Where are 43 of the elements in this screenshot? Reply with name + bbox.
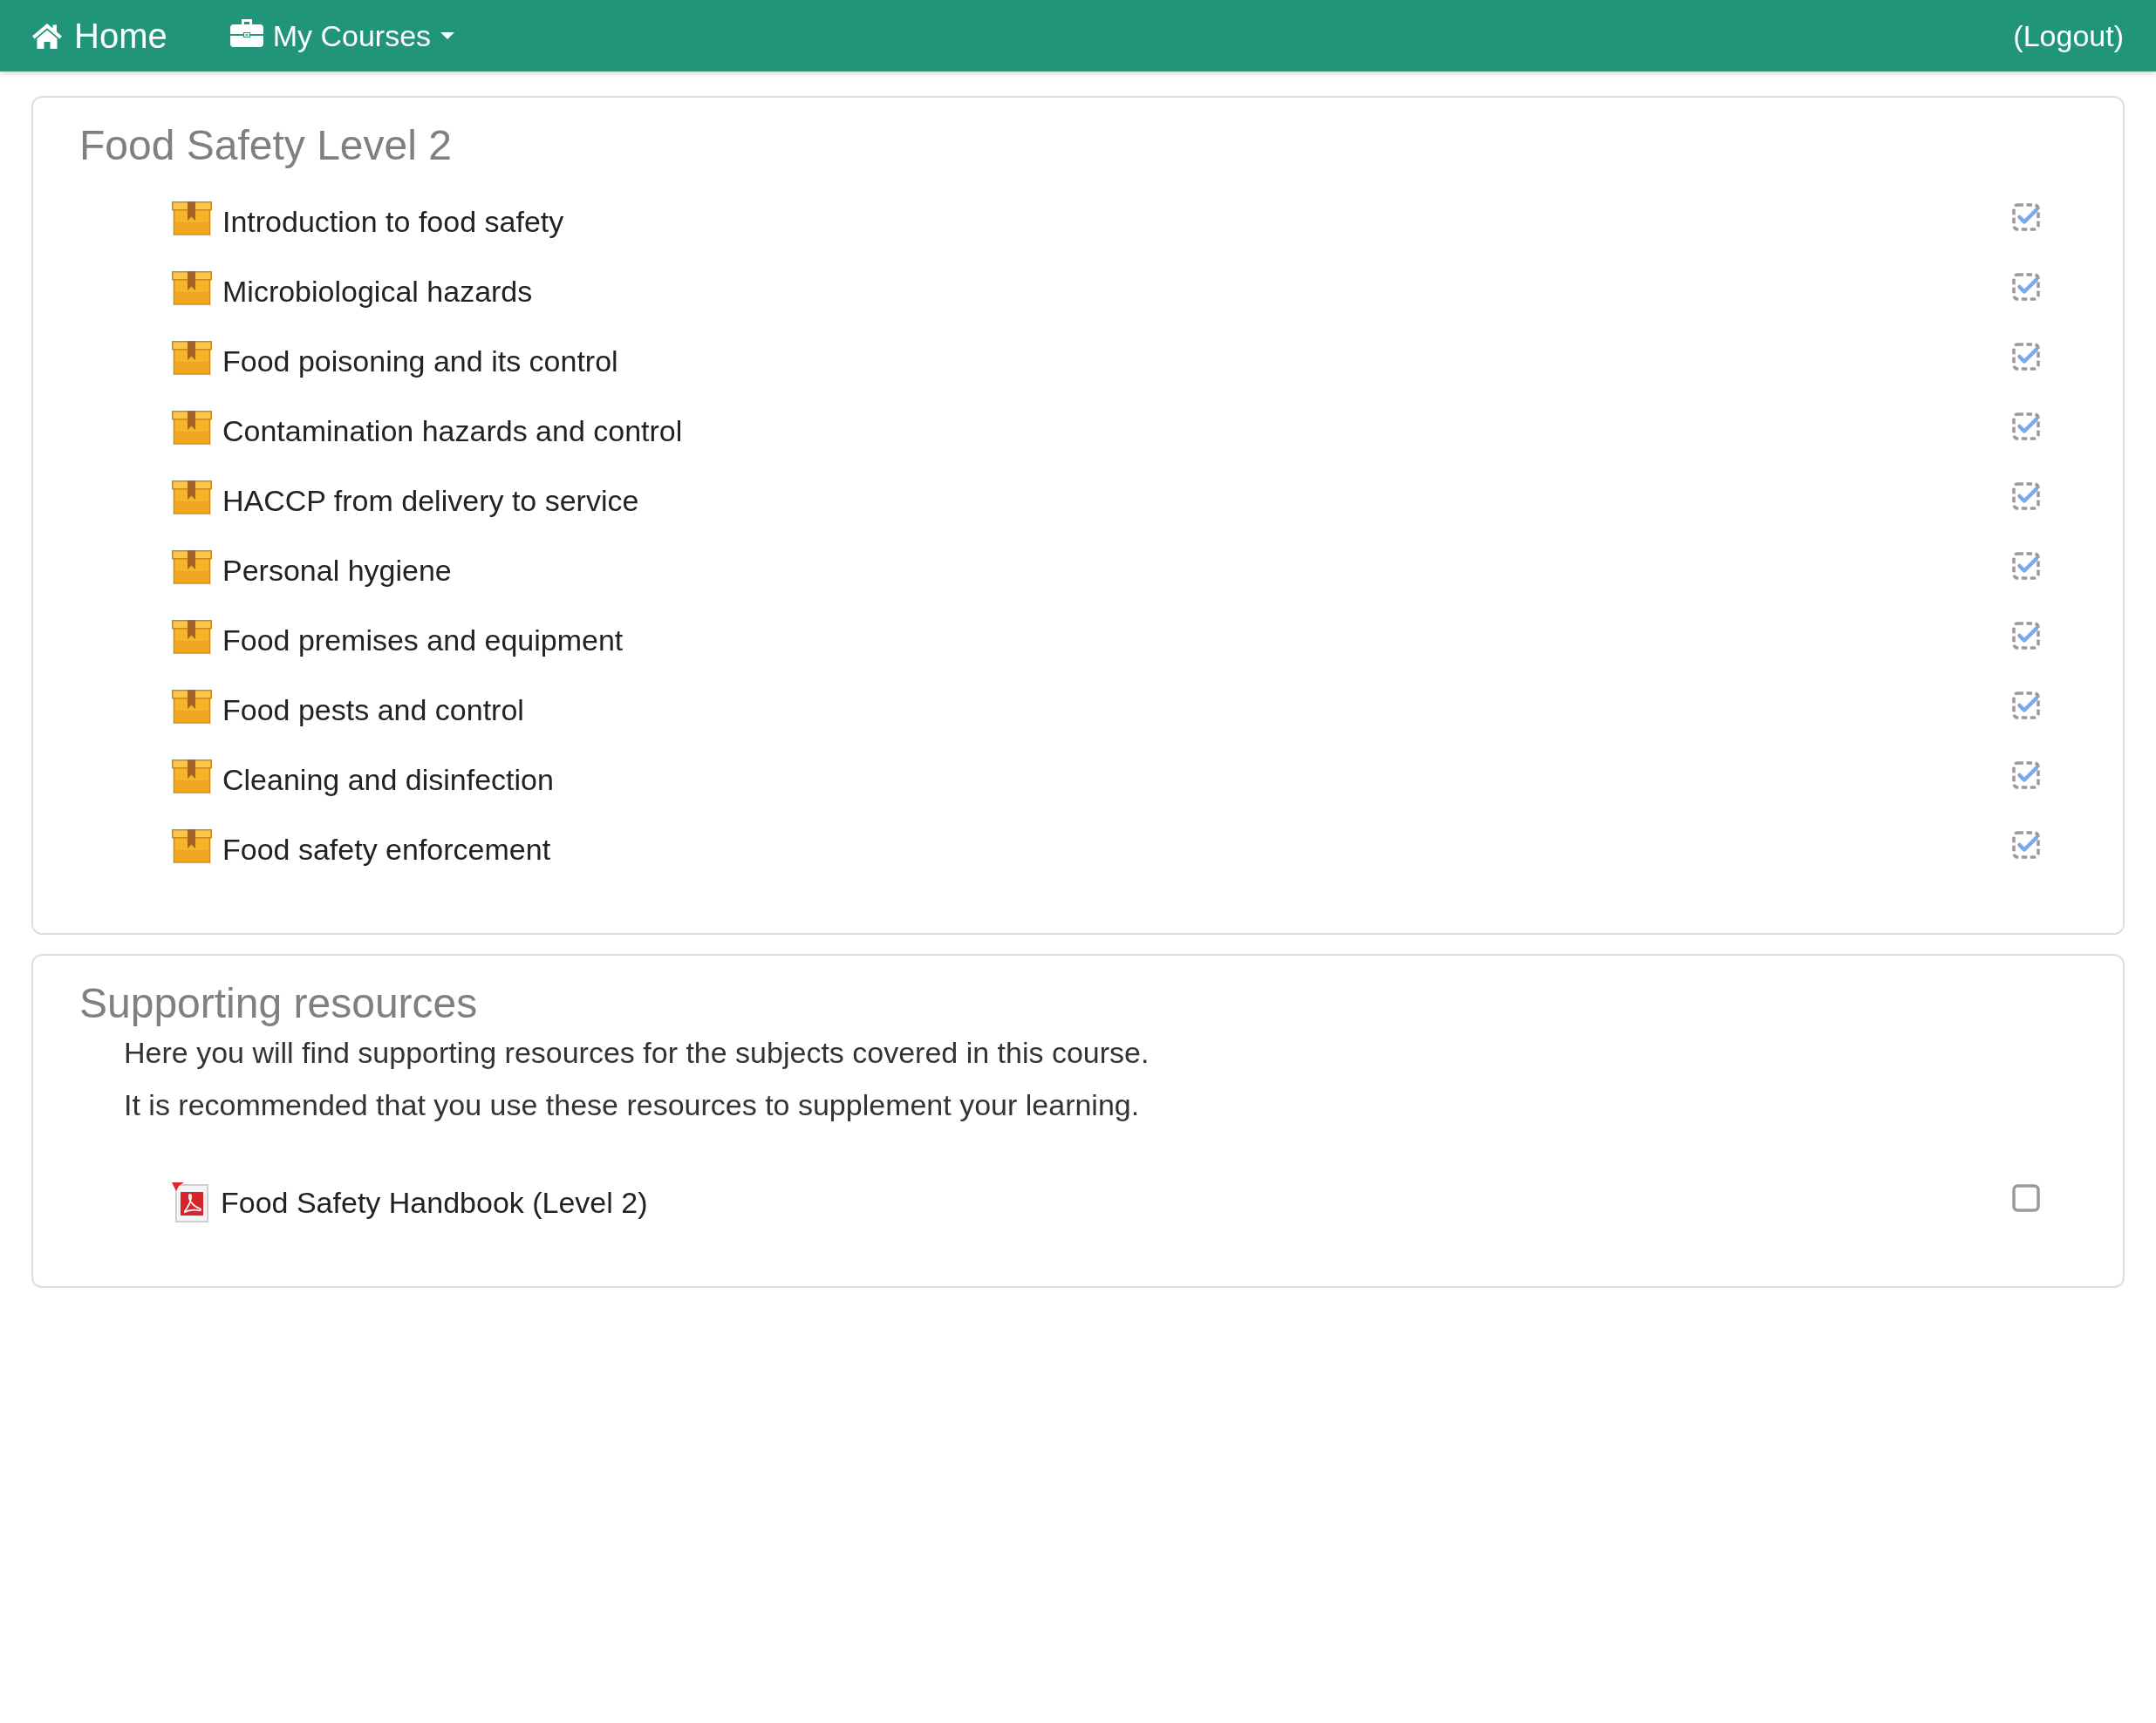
pdf-file-icon [172, 1182, 210, 1223]
activity-link[interactable]: Personal hygiene [222, 553, 452, 588]
package-icon [172, 410, 212, 445]
completion-checkbox[interactable] [2012, 691, 2040, 719]
activity-link[interactable]: Food premises and equipment [222, 623, 624, 657]
package-icon [172, 828, 212, 863]
home-icon [31, 23, 63, 49]
completion-checkbox[interactable] [2012, 761, 2040, 789]
section-title: Supporting resources [79, 980, 479, 1026]
activity-link[interactable]: Introduction to food safety [222, 204, 564, 239]
completion-checkbox[interactable] [2012, 343, 2040, 371]
completion-checkbox[interactable] [2012, 622, 2040, 650]
activity-link[interactable]: HACCP from delivery to service [222, 483, 639, 518]
caret-icon [440, 32, 455, 39]
activity-link[interactable]: Food poisoning and its control [222, 344, 618, 378]
activity-link[interactable]: Food Safety Handbook (Level 2) [221, 1185, 648, 1220]
package-icon [172, 340, 212, 375]
package-icon [172, 549, 212, 584]
activity-link[interactable]: Contamination hazards and control [222, 413, 683, 448]
package-icon [172, 270, 212, 305]
completion-checkbox[interactable] [2012, 831, 2040, 859]
activity-link[interactable]: Food safety enforcement [222, 832, 551, 867]
logout-link[interactable]: (Logout) [2013, 18, 2124, 53]
activity-link[interactable]: Food pests and control [222, 692, 524, 727]
package-icon [172, 619, 212, 654]
activity-link[interactable]: Microbiological hazards [222, 274, 533, 309]
package-icon [172, 759, 212, 793]
section-summary: It is recommended that you use these resources to supplement your learning. [124, 1087, 1141, 1123]
completion-checkbox[interactable] [2012, 552, 2040, 580]
section-summary: Here you will find supporting resources for the subjects covered in this course. [124, 1035, 1150, 1071]
briefcase-icon [229, 19, 263, 47]
package-icon [172, 689, 212, 724]
completion-checkbox[interactable] [2012, 412, 2040, 440]
completion-checkbox[interactable] [2012, 482, 2040, 510]
package-icon [172, 480, 212, 514]
completion-checkbox[interactable] [2012, 273, 2040, 301]
completion-checkbox[interactable] [2012, 1184, 2040, 1212]
home-link[interactable]: Home [31, 16, 167, 56]
my-courses-menu[interactable]: My Courses [229, 18, 455, 53]
package-icon [172, 201, 212, 235]
section-title: Food Safety Level 2 [79, 122, 453, 168]
activity-link[interactable]: Cleaning and disinfection [222, 762, 554, 797]
completion-checkbox[interactable] [2012, 203, 2040, 231]
